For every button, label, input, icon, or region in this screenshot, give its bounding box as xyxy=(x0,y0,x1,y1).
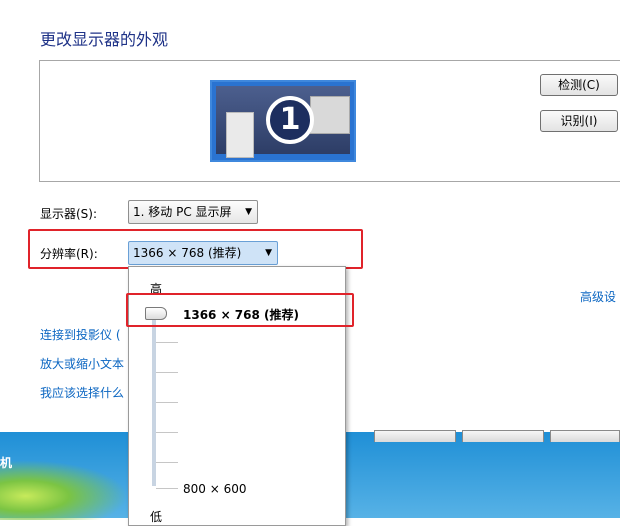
chevron-down-icon: ▼ xyxy=(265,248,272,258)
page-title: 更改显示器的外观 xyxy=(40,30,169,49)
slider-tick xyxy=(156,432,178,433)
resolution-slider-track[interactable] xyxy=(152,308,156,486)
chevron-down-icon: ▼ xyxy=(245,207,252,217)
slider-tick xyxy=(156,462,178,463)
desktop-swoosh xyxy=(0,460,128,520)
help-choose-link[interactable]: 我应该选择什么 xyxy=(40,384,124,401)
mini-window-icon xyxy=(226,112,254,158)
current-resolution-highlight-box xyxy=(126,293,354,327)
dialog-button[interactable] xyxy=(462,430,544,442)
monitor-preview[interactable]: 1 xyxy=(210,80,356,162)
slider-tick xyxy=(156,488,178,489)
display-select-value: 1. 移动 PC 显示屏 xyxy=(133,205,232,219)
slider-low-label: 低 xyxy=(150,510,163,524)
connect-projector-link[interactable]: 连接到投影仪 ( xyxy=(40,326,121,343)
resolution-select[interactable]: 1366 × 768 (推荐) ▼ xyxy=(128,241,278,265)
display-label: 显示器(S): xyxy=(40,207,98,221)
resolution-select-value: 1366 × 768 (推荐) xyxy=(133,246,242,260)
mini-window-icon xyxy=(310,96,350,134)
resolution-label: 分辨率(R): xyxy=(40,247,98,261)
display-select[interactable]: 1. 移动 PC 显示屏 ▼ xyxy=(128,200,258,224)
slider-tick xyxy=(156,342,178,343)
slider-min-value: 800 × 600 xyxy=(183,482,247,496)
identify-button[interactable]: 识别(I) xyxy=(540,110,618,132)
text-size-link[interactable]: 放大或缩小文本 xyxy=(40,355,124,372)
advanced-settings-link[interactable]: 高级设 xyxy=(580,288,616,305)
dialog-button[interactable] xyxy=(550,430,620,442)
slider-tick xyxy=(156,372,178,373)
detect-button[interactable]: 检测(C) xyxy=(540,74,618,96)
slider-tick xyxy=(156,402,178,403)
dialog-button[interactable] xyxy=(374,430,456,442)
desktop-text-fragment: 机 xyxy=(0,456,13,470)
monitor-screen: 1 xyxy=(216,86,350,158)
monitor-number-badge: 1 xyxy=(266,96,314,144)
